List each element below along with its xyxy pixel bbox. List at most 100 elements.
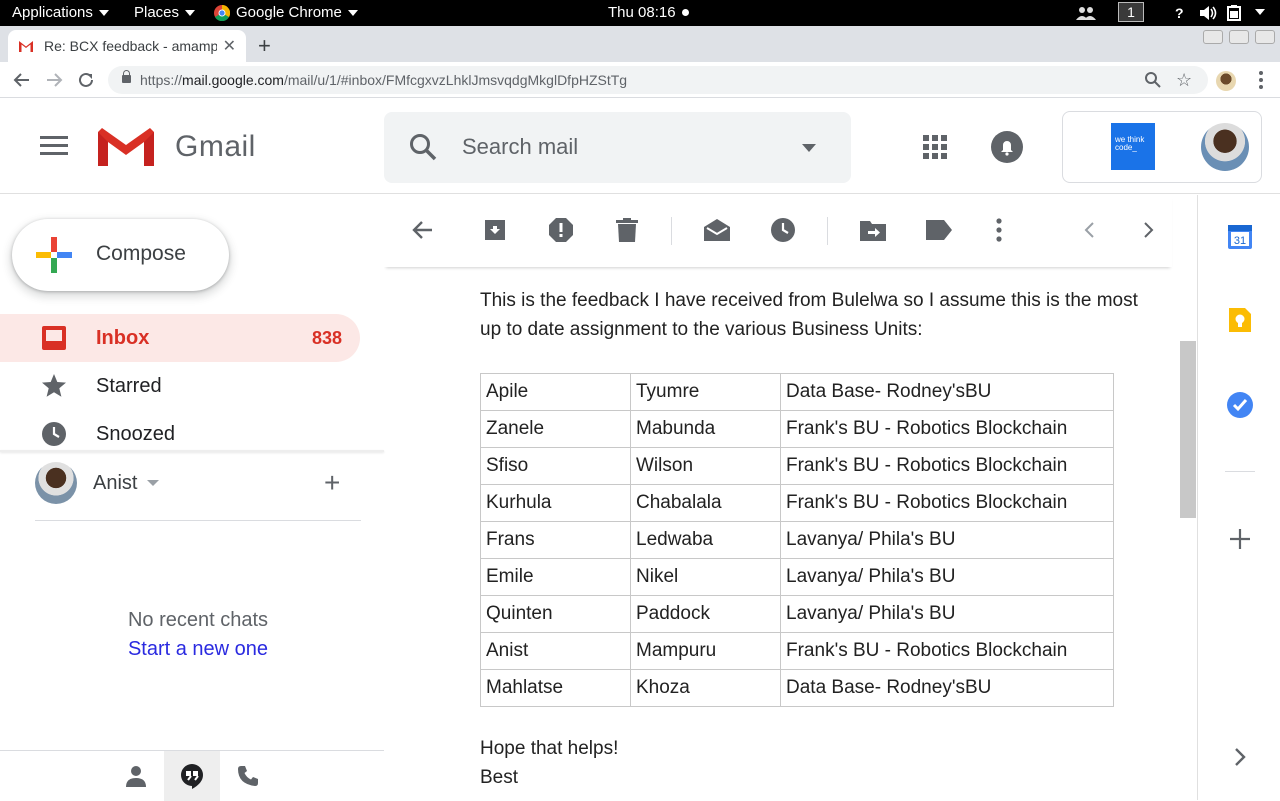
last-name-cell: Mabunda: [630, 410, 781, 448]
apps-grid-icon[interactable]: [923, 135, 947, 159]
message-signoff: Best: [480, 767, 519, 788]
gmail-wordmark[interactable]: Gmail: [175, 130, 256, 164]
expand-panel-icon[interactable]: [1226, 743, 1254, 771]
search-bar[interactable]: [384, 112, 851, 183]
sidebar-item-starred[interactable]: Starred: [0, 362, 360, 410]
message-view: This is the feedback I have received fro…: [384, 195, 1196, 800]
start-new-chat-link[interactable]: Start a new one: [0, 638, 396, 661]
clock-icon: [42, 422, 66, 446]
first-name-cell: Anist: [480, 632, 631, 670]
calendar-icon[interactable]: 31: [1226, 223, 1254, 251]
snooze-icon[interactable]: [768, 215, 798, 245]
more-icon[interactable]: [984, 215, 1014, 245]
applications-label: Applications: [12, 4, 93, 21]
account-switcher[interactable]: we think code_: [1062, 111, 1262, 183]
volume-icon[interactable]: [1200, 6, 1218, 20]
tasks-icon[interactable]: [1226, 391, 1254, 419]
notifications-bell-icon[interactable]: [991, 131, 1023, 163]
phone-icon[interactable]: [220, 751, 276, 801]
sidebar-item-inbox[interactable]: Inbox 838: [0, 314, 360, 362]
contacts-icon[interactable]: [108, 751, 164, 801]
forward-icon[interactable]: [42, 68, 66, 92]
divider: [0, 450, 384, 452]
hangouts-user[interactable]: Anist: [35, 462, 160, 504]
new-tab-button[interactable]: +: [258, 33, 271, 59]
reload-icon[interactable]: [74, 68, 98, 92]
move-to-icon[interactable]: [858, 215, 888, 245]
table-row: Quinten Paddock Lavanya/ Phila's BU: [480, 595, 1114, 633]
add-addon-icon[interactable]: [1226, 525, 1254, 553]
last-name-cell: Tyumre: [630, 373, 781, 411]
archive-icon[interactable]: [480, 215, 510, 245]
back-to-inbox-icon[interactable]: [408, 215, 438, 245]
labels-icon[interactable]: [924, 215, 954, 245]
first-name-cell: Apile: [480, 373, 631, 411]
system-menu-chevron-icon[interactable]: [1255, 9, 1265, 15]
no-chats-text: No recent chats: [127, 609, 269, 631]
browser-toolbar: https://mail.google.com/mail/u/1/#inbox/…: [0, 62, 1280, 98]
app-menu-label: Google Chrome: [236, 4, 342, 21]
scrollbar[interactable]: [1180, 341, 1196, 518]
url-host: mail.google.com: [182, 72, 284, 88]
keep-icon[interactable]: [1226, 306, 1254, 334]
minimize-window-button[interactable]: [1203, 30, 1223, 44]
account-avatar[interactable]: [1201, 123, 1249, 171]
maximize-window-button[interactable]: [1229, 30, 1249, 44]
url-path: /mail/u/1/#inbox/FMfcgxvzLhklJmsvqdgMkgl…: [283, 72, 628, 88]
zoom-icon[interactable]: [1144, 71, 1162, 92]
business-unit-cell: Lavanya/ Phila's BU: [780, 521, 1114, 559]
workspace-indicator[interactable]: 1: [1118, 2, 1144, 22]
workspace-number: 1: [1118, 2, 1144, 22]
places-menu[interactable]: Places: [134, 4, 196, 21]
hangouts-icon[interactable]: [164, 751, 220, 801]
close-tab-icon[interactable]: ✕: [223, 36, 236, 56]
search-options-icon[interactable]: [802, 144, 816, 152]
assignment-table: Apile Tyumre Data Base- Rodney'sBU Zanele Ma…: [480, 373, 1114, 707]
mark-unread-icon[interactable]: [702, 215, 732, 245]
people-icon[interactable]: [1076, 6, 1096, 20]
url-prefix: https://: [140, 72, 183, 88]
chevron-down-icon: [185, 9, 196, 16]
search-icon[interactable]: [408, 132, 438, 162]
last-name-cell: Khoza: [630, 669, 781, 707]
battery-icon[interactable]: [1227, 5, 1247, 21]
clock[interactable]: Thu 08:16: [608, 4, 689, 21]
table-row: Sfiso Wilson Frank's BU - Robotics Blockch…: [480, 447, 1114, 485]
browser-tab[interactable]: Re: BCX feedback - amampuru@ ✕: [8, 30, 246, 62]
sidebar-item-label: Starred: [96, 375, 162, 397]
help-icon[interactable]: ?: [1175, 5, 1184, 21]
avatar: [35, 462, 77, 504]
chevron-down-icon: [347, 9, 358, 16]
last-name-cell: Chabalala: [630, 484, 781, 522]
app-menu-chrome[interactable]: Google Chrome: [214, 4, 358, 21]
applications-menu[interactable]: Applications: [12, 4, 109, 21]
address-bar[interactable]: https://mail.google.com/mail/u/1/#inbox/…: [108, 66, 1208, 94]
gmail-header: Gmail we think code_: [0, 98, 1280, 194]
business-unit-cell: Lavanya/ Phila's BU: [780, 558, 1114, 596]
report-spam-icon[interactable]: [546, 215, 576, 245]
left-navigation: Compose Inbox 838 Starred Snoozed Anist …: [0, 195, 384, 801]
chrome-menu-icon[interactable]: [1259, 70, 1263, 90]
newer-icon[interactable]: [1074, 215, 1104, 245]
bookmark-star-icon[interactable]: ☆: [1176, 70, 1192, 91]
lock-icon: [122, 70, 131, 83]
table-row: Apile Tyumre Data Base- Rodney'sBU: [480, 373, 1114, 411]
chrome-icon: [214, 4, 230, 21]
main-menu-icon[interactable]: [40, 136, 68, 156]
close-window-button[interactable]: [1255, 30, 1275, 44]
back-icon[interactable]: [10, 68, 34, 92]
search-input[interactable]: [462, 132, 762, 162]
inbox-icon: [42, 326, 66, 350]
gmail-logo-icon[interactable]: [98, 128, 154, 166]
message-toolbar: [384, 195, 1172, 267]
business-unit-cell: Lavanya/ Phila's BU: [780, 595, 1114, 633]
sidebar-item-label: Inbox: [96, 327, 150, 349]
browser-profile-avatar[interactable]: [1216, 71, 1236, 91]
org-logo: we think code_: [1111, 123, 1155, 170]
delete-icon[interactable]: [612, 215, 642, 245]
first-name-cell: Kurhula: [480, 484, 631, 522]
new-chat-plus-icon[interactable]: +: [324, 469, 340, 497]
first-name-cell: Quinten: [480, 595, 631, 633]
compose-button[interactable]: Compose: [12, 219, 229, 291]
older-icon[interactable]: [1134, 215, 1164, 245]
